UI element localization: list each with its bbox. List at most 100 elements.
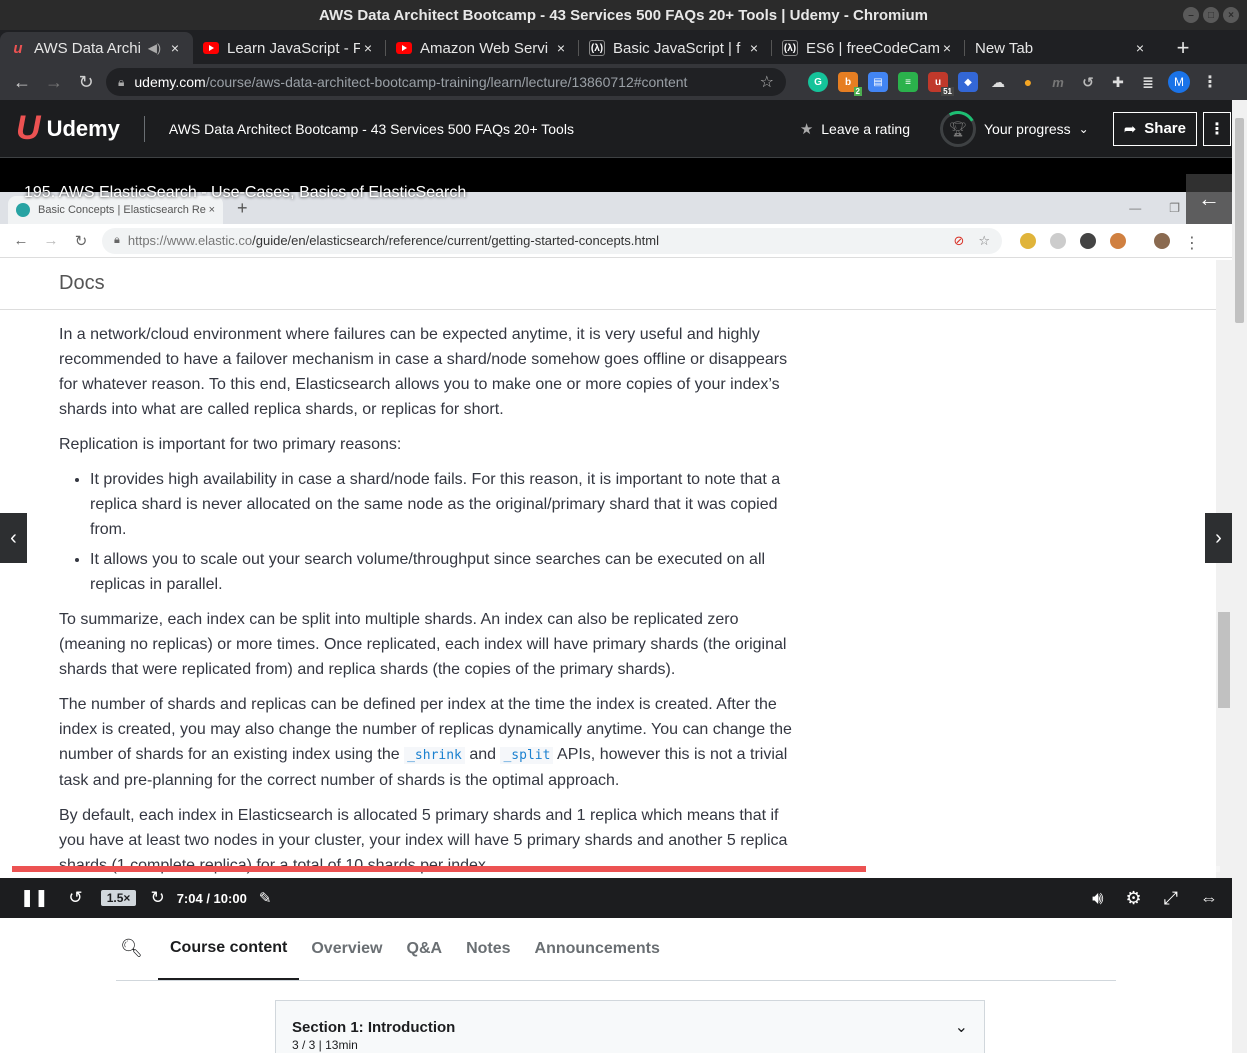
fullscreen-icon[interactable]: ⤢ [1164, 888, 1178, 909]
grammarly-icon[interactable]: G [808, 72, 828, 92]
tab-announcements[interactable]: Announcements [523, 917, 672, 980]
doc-content: In a network/cloud environment where fai… [0, 322, 800, 878]
kebab-icon: ⋮ [1184, 234, 1200, 252]
close-tab-icon[interactable]: × [746, 40, 762, 56]
video-time: 7:04 / 10:00 [176, 890, 247, 906]
video-frame-browser: Basic Concepts | Elasticsearch Re × + — … [0, 192, 1232, 884]
address-bar[interactable]: 🔒︎ udemy.com/course/aws-data-architect-b… [106, 68, 786, 96]
rewind-icon[interactable]: ↺ [69, 888, 83, 908]
forward-icon[interactable]: ↻ [150, 888, 164, 908]
close-tab-icon[interactable]: × [360, 40, 376, 56]
tab-title: Amazon Web Servi [420, 39, 549, 57]
tab-title: AWS Data Archi [34, 39, 141, 57]
close-tab-icon[interactable]: × [1132, 40, 1148, 56]
forward-icon[interactable]: → [38, 66, 70, 98]
browser-tab[interactable]: Amazon Web Servi × [386, 32, 579, 64]
share-label: Share [1144, 120, 1186, 137]
tab-notes[interactable]: Notes [454, 917, 522, 980]
video-frame-url-bar: 🔒︎ https://www.elastic.co/guide/en/elast… [102, 227, 1002, 254]
chevron-down-icon: ⌄ [954, 1019, 968, 1036]
settings-gear-icon[interactable]: ⚙ [1125, 888, 1141, 909]
extension-counter-icon[interactable]: u 51 [928, 72, 954, 96]
freecodecamp-icon: (λ) [589, 40, 605, 56]
shield-extension-icon[interactable]: ◆ [958, 72, 978, 92]
video-player[interactable]: Basic Concepts | Elasticsearch Re × + — … [0, 158, 1232, 918]
freecodecamp-icon: (λ) [782, 40, 798, 56]
volume-icon[interactable]: 🔊︎ [1092, 888, 1103, 909]
youtube-icon [203, 40, 219, 56]
page-scrollbar[interactable] [1232, 100, 1247, 1053]
menu-kebab-icon[interactable]: ⋮ [1200, 72, 1220, 92]
course-title[interactable]: AWS Data Architect Bootcamp - 43 Service… [169, 121, 574, 137]
maximize-window-icon[interactable]: □ [1203, 7, 1219, 23]
m-extension-icon[interactable]: m [1048, 72, 1068, 92]
previous-lecture-button[interactable]: ‹ [0, 513, 27, 563]
search-icon[interactable]: 🔍︎ [116, 917, 158, 980]
share-icon: ➦ [1123, 120, 1137, 138]
reload-icon[interactable]: ↻ [70, 66, 102, 98]
close-tab-icon[interactable]: × [939, 40, 955, 56]
window-title: AWS Data Architect Bootcamp - 43 Service… [319, 6, 928, 24]
tab-audio-icon[interactable]: ◀) [148, 41, 161, 55]
video-frame-window-controls: — ❐ [1129, 201, 1180, 215]
pause-icon[interactable]: ❚❚ [20, 888, 49, 908]
next-lecture-button[interactable]: › [1205, 513, 1232, 563]
cloud-extension-icon[interactable]: ☁ [988, 72, 1008, 92]
feedly-icon[interactable]: ≡ [898, 72, 918, 92]
profile-avatar[interactable]: M [1168, 71, 1190, 93]
browser-tab[interactable]: (λ) Basic JavaScript | f × [579, 32, 772, 64]
extension-icon [1050, 232, 1066, 249]
minimize-window-icon[interactable]: – [1183, 7, 1199, 23]
bulb-extension-icon[interactable]: ● [1018, 72, 1038, 92]
browser-tab[interactable]: (λ) ES6 | freeCodeCam × [772, 32, 965, 64]
doc-list: It provides high availability in case a … [59, 467, 800, 597]
playback-speed-button[interactable]: 1.5× [100, 890, 137, 906]
chevron-down-icon: ⌄ [1078, 121, 1089, 136]
extension-badge-icon[interactable]: b2 [838, 72, 862, 96]
minimize-icon: — [1129, 201, 1142, 215]
close-tab-icon[interactable]: × [167, 40, 183, 56]
bookmark-star-icon[interactable]: ☆ [760, 72, 774, 92]
media-queue-icon[interactable]: ≣ [1138, 72, 1158, 92]
browser-tab[interactable]: u AWS Data Archi ◀) × [0, 32, 193, 64]
close-window-icon[interactable]: × [1223, 7, 1239, 23]
section-accordion[interactable]: Section 1: Introduction 3 / 3 | 13min ⌄ [275, 1000, 985, 1053]
udemy-icon: u [13, 39, 23, 57]
tab-overview[interactable]: Overview [299, 917, 394, 980]
close-sidebar-arrow-icon[interactable]: ← [1186, 174, 1232, 224]
expand-icon[interactable]: ⇔ [1200, 888, 1218, 909]
tab-title: Basic JavaScript | f [613, 39, 741, 57]
back-icon[interactable]: ← [6, 66, 38, 98]
browser-tab[interactable]: New Tab × [965, 32, 1158, 64]
puzzle-extensions-icon[interactable]: ✚ [1108, 72, 1128, 92]
trophy-icon: 🏆︎ [940, 110, 976, 147]
docs-icon[interactable]: ▤ [868, 72, 888, 92]
share-button[interactable]: ➦ Share [1112, 111, 1197, 146]
avatar [1154, 232, 1170, 249]
section-meta: 3 / 3 | 13min [292, 1038, 358, 1052]
tab-qa[interactable]: Q&A [395, 917, 455, 980]
more-options-button[interactable]: ⋮ [1203, 111, 1231, 146]
new-tab-button[interactable]: + [1168, 32, 1198, 64]
video-progress-bar[interactable] [12, 866, 1220, 872]
tab-course-content[interactable]: Course content [158, 917, 300, 980]
udemy-logo-text: Udemy [46, 115, 120, 141]
udemy-logo[interactable]: U Udemy [16, 109, 120, 148]
your-progress-button[interactable]: 🏆︎ Your progress ⌄ [940, 110, 1089, 147]
docs-label: Docs [59, 272, 105, 294]
doc-paragraph: In a network/cloud environment where fai… [59, 326, 788, 418]
doc-paragraph: The number of shards and replicas can be… [59, 692, 800, 793]
restore-icon: ❐ [1169, 201, 1180, 215]
browser-tab[interactable]: Learn JavaScript - F × [193, 32, 386, 64]
elastic-icon [16, 203, 30, 217]
extension-icon [1110, 232, 1126, 249]
leave-rating-button[interactable]: ★ Leave a rating [800, 120, 910, 138]
close-tab-icon[interactable]: × [553, 40, 569, 56]
doc-paragraph: Replication is important for two primary… [59, 436, 402, 453]
notes-icon[interactable]: ✎ [259, 889, 272, 907]
doc-text: and [464, 746, 501, 763]
history-extension-icon[interactable]: ↺ [1078, 72, 1098, 92]
video-frame-extensions: ⋮ [1020, 232, 1200, 252]
youtube-icon [396, 40, 412, 56]
window-title-bar: AWS Data Architect Bootcamp - 43 Service… [0, 0, 1247, 30]
